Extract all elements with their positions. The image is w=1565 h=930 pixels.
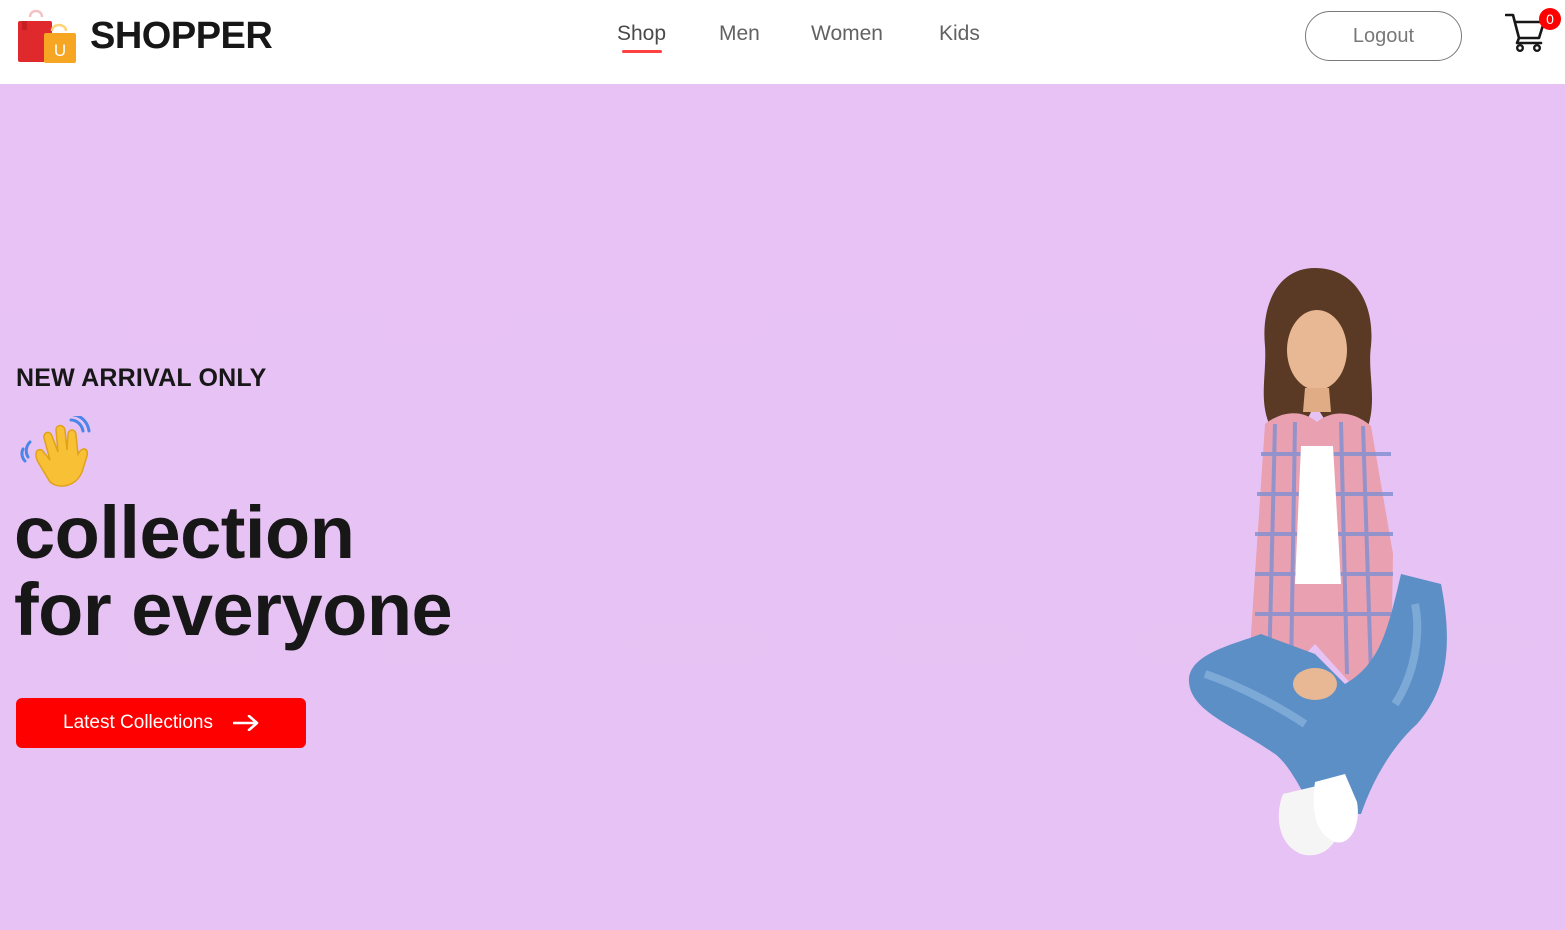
nav-item-shop[interactable]: Shop: [617, 22, 667, 53]
logout-button[interactable]: Logout: [1305, 11, 1462, 61]
waving-hand-icon: [20, 416, 91, 487]
nav-item-men[interactable]: Men: [719, 22, 760, 46]
nav-active-indicator: [621, 50, 662, 53]
hero-section: NEW ARRIVAL ONLY collection for everyone…: [0, 84, 1565, 930]
nav-item-label: Shop: [617, 22, 667, 45]
navbar: U SHOPPER Shop Men Women Kids Logout 0: [0, 0, 1565, 84]
model-woman-sitting-image: [1188, 268, 1447, 856]
hero-headline-line-2: for everyone: [14, 568, 453, 651]
cart-count-badge: 0: [1539, 8, 1561, 30]
nav-item-women[interactable]: Women: [811, 22, 883, 46]
nav-item-label: Men: [719, 22, 760, 45]
cart-button[interactable]: 0: [1505, 8, 1561, 54]
cta-label: Latest Collections: [63, 712, 213, 733]
hero-headline-line-1: collection: [14, 491, 355, 574]
nav-item-label: Women: [811, 22, 883, 45]
arrow-right-icon: [232, 715, 259, 731]
hero-kicker: NEW ARRIVAL ONLY: [16, 364, 267, 392]
latest-collections-button[interactable]: Latest Collections: [16, 698, 306, 748]
nav-item-kids[interactable]: Kids: [939, 22, 980, 46]
nav-item-label: Kids: [939, 22, 980, 45]
